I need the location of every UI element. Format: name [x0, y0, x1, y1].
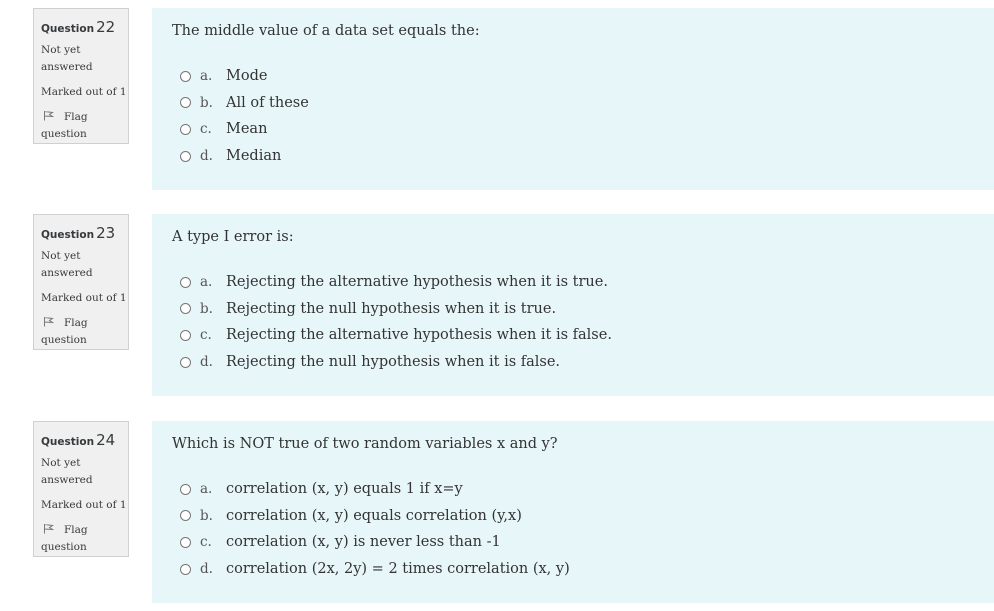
- question-block: Question 24 Not yet answered Marked out o…: [0, 421, 994, 611]
- radio-icon[interactable]: [180, 97, 191, 109]
- radio-icon[interactable]: [180, 303, 191, 315]
- flag-question-button[interactable]: Flag question: [41, 522, 128, 556]
- question-content: The middle value of a data set equals th…: [152, 8, 994, 190]
- question-block: Question 22 Not yet answered Marked out o…: [0, 8, 994, 198]
- answer-letter: b.: [200, 507, 213, 524]
- flag-icon: [44, 317, 54, 327]
- flag-question-button[interactable]: Flag question: [41, 109, 128, 143]
- answer-option[interactable]: d. Rejecting the null hypothesis when it …: [180, 349, 612, 376]
- answer-text: Median: [226, 148, 282, 165]
- radio-icon[interactable]: [180, 536, 191, 548]
- question-text: Which is NOT true of two random variable…: [172, 436, 558, 452]
- radio-icon[interactable]: [180, 483, 191, 495]
- answer-text: correlation (x, y) equals correlation (y…: [226, 507, 522, 524]
- radio-icon[interactable]: [180, 510, 191, 522]
- radio-icon[interactable]: [180, 329, 191, 341]
- radio-icon[interactable]: [180, 563, 191, 575]
- question-grade: Marked out of 1: [41, 292, 127, 304]
- answer-letter: d.: [200, 148, 213, 165]
- question-content: A type I error is: a. Rejecting the alter…: [152, 214, 994, 396]
- answer-text: Rejecting the null hypothesis when it is…: [226, 300, 557, 317]
- answer-option[interactable]: a. Rejecting the alternative hypothesis w…: [180, 269, 612, 296]
- answer-text: correlation (x, y) is never less than -1: [226, 534, 501, 551]
- answer-option[interactable]: d. correlation (2x, 2y) = 2 times correla…: [180, 556, 570, 583]
- question-info-panel: Question 23 Not yet answered Marked out o…: [33, 214, 129, 350]
- question-text: The middle value of a data set equals th…: [172, 23, 480, 39]
- answer-list: a. correlation (x, y) equals 1 if x=y b. c…: [180, 476, 570, 582]
- question-state: Not yet answered: [41, 250, 93, 279]
- question-text: A type I error is:: [172, 229, 294, 245]
- radio-icon[interactable]: [180, 150, 191, 162]
- flag-icon: [44, 111, 54, 121]
- answer-option[interactable]: b. Rejecting the null hypothesis when it …: [180, 296, 612, 323]
- question-state: Not yet answered: [41, 457, 93, 486]
- question-grade: Marked out of 1: [41, 86, 127, 98]
- answer-option[interactable]: d. Median: [180, 143, 309, 170]
- question-grade: Marked out of 1: [41, 499, 127, 511]
- answer-letter: b.: [200, 94, 213, 111]
- answer-letter: a.: [200, 68, 213, 85]
- answer-text: Rejecting the alternative hypothesis whe…: [226, 327, 612, 344]
- answer-list: a. Mode b. All of these c. Mean d. Median: [180, 63, 309, 169]
- answer-list: a. Rejecting the alternative hypothesis w…: [180, 269, 612, 375]
- answer-option[interactable]: b. All of these: [180, 90, 309, 117]
- radio-icon[interactable]: [180, 276, 191, 288]
- flag-question-button[interactable]: Flag question: [41, 315, 128, 349]
- answer-option[interactable]: c. Rejecting the alternative hypothesis w…: [180, 322, 612, 349]
- question-info-panel: Question 22 Not yet answered Marked out o…: [33, 8, 129, 144]
- radio-icon[interactable]: [180, 123, 191, 135]
- question-info-panel: Question 24 Not yet answered Marked out o…: [33, 421, 129, 557]
- answer-text: Mode: [226, 68, 268, 85]
- answer-letter: b.: [200, 300, 213, 317]
- answer-letter: c.: [200, 534, 212, 551]
- answer-option[interactable]: b. correlation (x, y) equals correlation …: [180, 503, 570, 530]
- answer-letter: d.: [200, 354, 213, 371]
- answer-letter: a.: [200, 274, 213, 291]
- answer-letter: c.: [200, 327, 212, 344]
- answer-letter: d.: [200, 561, 213, 578]
- radio-icon[interactable]: [180, 70, 191, 82]
- radio-icon[interactable]: [180, 356, 191, 368]
- answer-letter: a.: [200, 481, 213, 498]
- question-state: Not yet answered: [41, 44, 93, 73]
- answer-option[interactable]: a. correlation (x, y) equals 1 if x=y: [180, 476, 570, 503]
- question-block: Question 23 Not yet answered Marked out o…: [0, 214, 994, 404]
- answer-text: correlation (x, y) equals 1 if x=y: [226, 481, 463, 498]
- answer-option[interactable]: c. correlation (x, y) is never less than …: [180, 529, 570, 556]
- question-content: Which is NOT true of two random variable…: [152, 421, 994, 603]
- answer-text: Mean: [226, 121, 268, 138]
- answer-text: Rejecting the null hypothesis when it is…: [226, 354, 561, 371]
- question-number: Question 22: [41, 18, 116, 36]
- flag-icon: [44, 524, 54, 534]
- answer-text: correlation (2x, 2y) = 2 times correlati…: [226, 561, 570, 578]
- answer-letter: c.: [200, 121, 212, 138]
- answer-text: All of these: [226, 94, 309, 111]
- question-number: Question 23: [41, 224, 116, 242]
- answer-option[interactable]: a. Mode: [180, 63, 309, 90]
- question-number: Question 24: [41, 431, 116, 449]
- answer-text: Rejecting the alternative hypothesis whe…: [226, 274, 608, 291]
- answer-option[interactable]: c. Mean: [180, 116, 309, 143]
